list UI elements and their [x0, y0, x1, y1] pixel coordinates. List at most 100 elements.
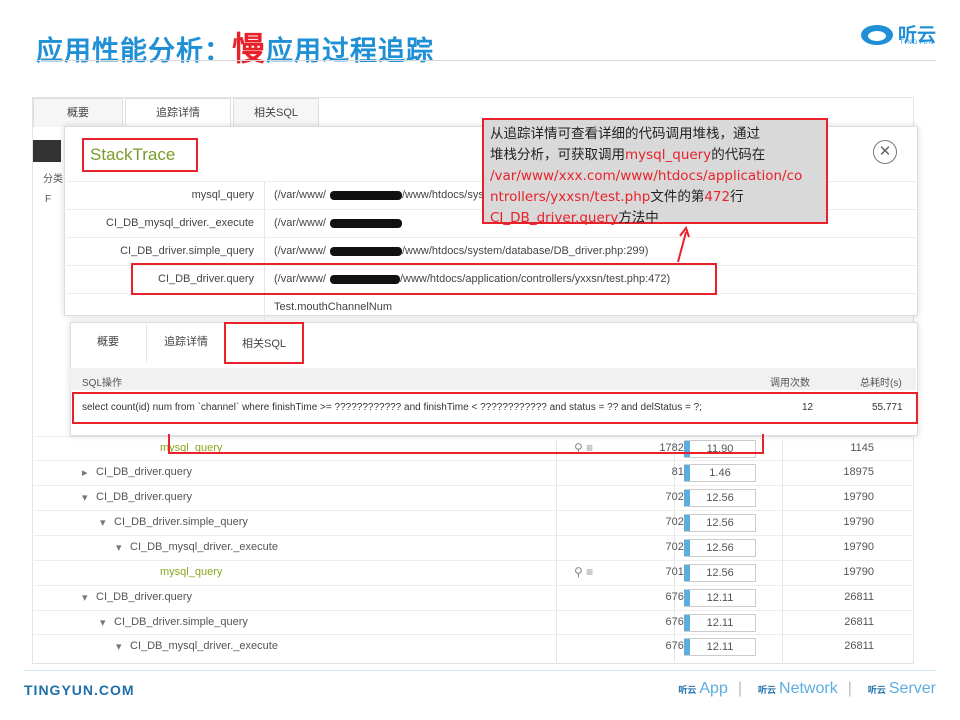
screen-tab-sql[interactable]: 相关SQL	[233, 98, 319, 127]
row-calls: 7021	[665, 516, 690, 528]
row-percent-bar	[684, 590, 690, 606]
annotation-text: 文件的第	[650, 189, 705, 205]
highlight-bracket	[168, 434, 764, 454]
row-total: 18975	[843, 466, 874, 478]
row-method-name: CI_DB_mysql_driver._execute	[130, 541, 278, 553]
logo-subtext: TINGYUN	[900, 40, 934, 46]
table-row[interactable]: ▸ CI_DB_driver.query 815 1.46 18975	[32, 460, 912, 485]
table-row[interactable]: ▾ CI_DB_mysql_driver._execute 6768 12.11 26…	[32, 634, 912, 659]
title-slow: 慢	[232, 29, 266, 68]
annotation-highlight: ntrollers/yxxsn/test.php	[490, 189, 651, 205]
footer-products: 听云 App | 听云 Network | 听云 Server	[678, 680, 936, 697]
annotation-text: 行	[730, 189, 744, 205]
sql-tab-related-sql[interactable]: 相关SQL	[224, 322, 304, 364]
sql-col-operation: SQL操作	[82, 378, 123, 389]
screen-tab-summary[interactable]: 概要	[33, 98, 123, 127]
row-calls: 7019	[665, 566, 690, 578]
stacktrace-title-box: StackTrace	[82, 138, 198, 172]
row-total: 19790	[843, 566, 874, 578]
sql-statement: select count(id) num from `channel` wher…	[82, 402, 702, 413]
path-prefix: (/var/www/	[274, 217, 326, 229]
sql-col-calls: 调用次数	[770, 378, 810, 389]
row-calls: 7021	[665, 541, 690, 553]
row-method-name: CI_DB_driver.simple_query	[114, 516, 248, 528]
stack-frame-row[interactable]: Test.mouthChannelNum	[64, 293, 916, 321]
tingyun-logo: 听云 TINGYUN	[860, 20, 940, 50]
product-name: App	[699, 680, 728, 697]
table-row[interactable]: ▾ CI_DB_driver.query 7021 12.56 19790	[32, 485, 912, 510]
row-method-name: mysql_query	[160, 566, 223, 578]
stack-frame-row[interactable]: CI_DB_driver.simple_query (/var/www/ /www/…	[64, 237, 916, 265]
row-method-name: CI_DB_driver.query	[96, 466, 192, 478]
product-prefix: 听云	[678, 685, 697, 695]
row-percent-bar	[684, 639, 690, 655]
stack-frame-path: Test.mouthChannelNum	[274, 301, 392, 313]
annotation-text: 方法中	[618, 210, 659, 226]
caret-down-icon[interactable]: ▾	[100, 616, 106, 629]
table-row[interactable]: ▾ CI_DB_driver.simple_query 7021 12.56 1979…	[32, 510, 912, 535]
table-row[interactable]: ▾ CI_DB_driver.simple_query 6768 12.11 2681…	[32, 610, 912, 635]
footer-divider	[24, 670, 936, 671]
row-percent: 12.56	[684, 489, 756, 507]
close-icon[interactable]: ✕	[873, 140, 897, 164]
row-total: 19790	[843, 516, 874, 528]
row-percent: 12.11	[684, 614, 756, 632]
stack-frame-function: mysql_query	[191, 189, 254, 201]
row-percent-bar	[684, 540, 690, 556]
row-method-name: CI_DB_driver.query	[96, 591, 192, 603]
annotation-highlight: mysql_query	[625, 147, 712, 163]
caret-right-icon[interactable]: ▸	[82, 466, 88, 479]
arrow-up-icon	[677, 225, 690, 263]
caret-down-icon[interactable]: ▾	[116, 640, 122, 653]
annotation-highlight: 472	[704, 189, 731, 205]
caret-down-icon[interactable]: ▾	[82, 591, 88, 604]
row-calls: 815	[671, 466, 690, 478]
path-prefix: (/var/www/	[274, 245, 326, 257]
row-method-name: CI_DB_driver.query	[96, 491, 192, 503]
sql-row[interactable]: select count(id) num from `channel` wher…	[72, 392, 918, 424]
row-calls: 7021	[665, 491, 690, 503]
row-percent: 12.56	[684, 539, 756, 557]
row-total: 1145	[850, 442, 874, 454]
caret-down-icon[interactable]: ▾	[100, 516, 106, 529]
side-label-f: F	[45, 194, 52, 205]
side-label-category: 分类	[43, 174, 63, 185]
stack-frame-function: CI_DB_mysql_driver._execute	[106, 217, 254, 229]
search-icon[interactable]: ⚲ ≡	[574, 565, 593, 579]
footer-brand: TINGYUN.COM	[24, 682, 135, 698]
annotation-text: 堆栈分析，可获取调用	[490, 147, 625, 163]
path-prefix: (/var/www/	[274, 189, 326, 201]
path-prefix: Test.mouthChannelNum	[274, 301, 393, 313]
table-row[interactable]: mysql_query ⚲ ≡ 7019 12.56 19790	[32, 560, 912, 585]
sql-tab-summary[interactable]: 概要	[70, 322, 146, 362]
row-percent: 12.11	[684, 638, 756, 656]
stacktrace-title: StackTrace	[90, 145, 176, 164]
redaction-mark	[330, 219, 402, 228]
sql-calls: 12	[802, 402, 814, 413]
product-name: Network	[779, 680, 838, 697]
screen-side-button[interactable]	[33, 140, 61, 162]
product-prefix: 听云	[758, 685, 777, 695]
row-calls: 6768	[665, 640, 690, 652]
footer-product-server: 听云 Server	[868, 680, 936, 697]
title-prefix: 应用性能分析：	[36, 36, 232, 67]
table-row[interactable]: ▾ CI_DB_mysql_driver._execute 7021 12.56 19…	[32, 535, 912, 560]
title-suffix: 应用过程追踪	[266, 36, 434, 67]
caret-down-icon[interactable]: ▾	[116, 541, 122, 554]
row-percent-bar	[684, 515, 690, 531]
row-calls: 6768	[665, 591, 690, 603]
sql-table-header: SQL操作 调用次数 总耗时(s)	[70, 368, 916, 390]
annotation-highlight: CI_DB_driver.query	[490, 210, 619, 226]
row-percent-bar	[684, 490, 690, 506]
screen-tab-trace[interactable]: 追踪详情	[125, 98, 231, 127]
product-prefix: 听云	[867, 685, 886, 695]
row-total: 26811	[844, 616, 874, 628]
cloud-logo-icon	[861, 25, 893, 45]
row-percent: 12.11	[684, 589, 756, 607]
sql-tab-trace[interactable]: 追踪详情	[146, 322, 226, 362]
caret-down-icon[interactable]: ▾	[82, 491, 88, 504]
table-row[interactable]: ▾ CI_DB_driver.query 6768 12.11 26811	[32, 585, 912, 610]
footer-product-network: 听云 Network	[758, 680, 838, 697]
row-total: 19790	[843, 541, 874, 553]
redaction-mark	[330, 191, 402, 200]
